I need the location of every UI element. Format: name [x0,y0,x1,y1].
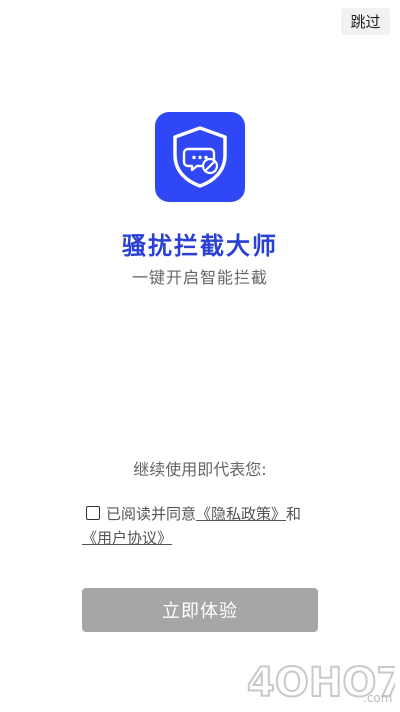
shield-message-block-icon [173,126,227,188]
user-agreement-link[interactable]: 《用户协议》 [82,529,172,547]
agreement-line: 已阅读并同意《隐私政策》和 [86,502,320,526]
svg-text:.com: .com [363,691,392,705]
app-name: 骚扰拦截大师 [122,231,278,260]
try-now-label: 立即体验 [162,601,238,622]
agree-prefix: 已阅读并同意 [106,505,197,523]
watermark-logo: 4OHO7 .com [246,659,395,707]
continue-text: 继续使用即代表您: [133,460,267,479]
app-slogan: 一键开启智能拦截 [131,268,268,287]
skip-label: 跳过 [350,13,381,31]
try-now-button[interactable]: 立即体验 [82,588,318,632]
skip-button[interactable]: 跳过 [341,8,390,35]
agree-checkbox[interactable] [86,506,100,520]
splash-screen: 跳过 骚扰拦截大师 一键开启智能拦截 继续使用即代表您: 已阅读并同意《隐私政策… [0,0,400,712]
privacy-policy-link[interactable]: 《隐私政策》 [196,505,286,523]
agreement-line-2: 《用户协议》 [82,526,172,550]
app-logo [155,112,245,202]
and-text: 和 [286,505,302,523]
